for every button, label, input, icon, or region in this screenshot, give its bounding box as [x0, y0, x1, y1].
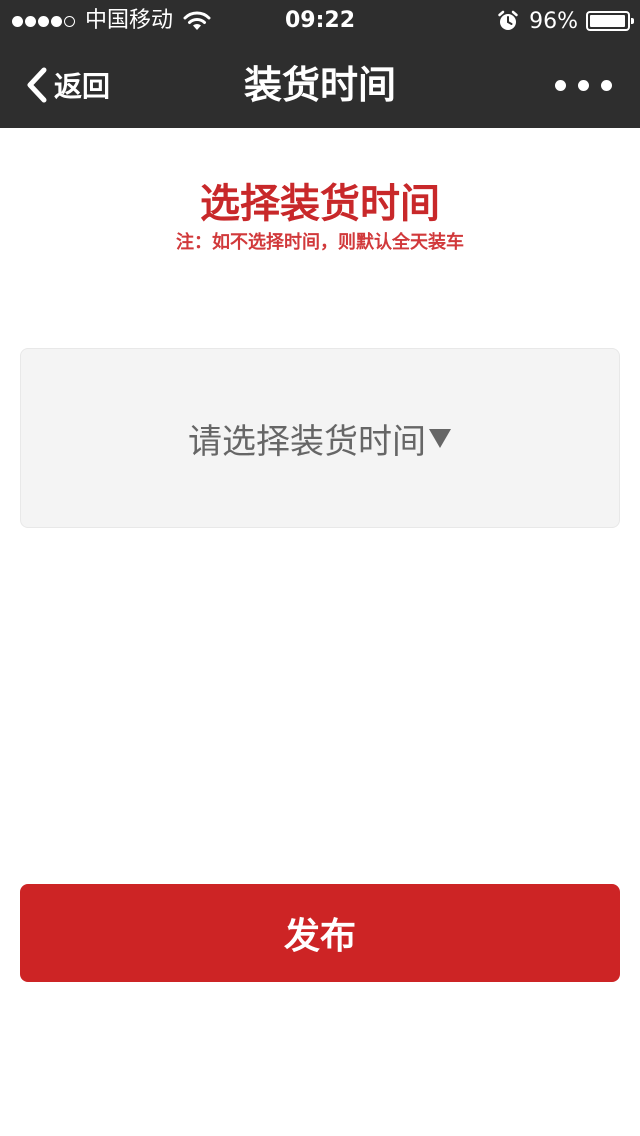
default-time-note: 注：如不选择时间，则默认全天装车 — [176, 232, 464, 253]
more-dot — [555, 79, 566, 91]
back-button[interactable]: 返回 — [24, 42, 110, 128]
app-screen: 中国移动 09:22 96% 返回 装货时间 选择装货时间 注：如不选择时间，则… — [0, 0, 640, 1136]
more-options-button[interactable] — [555, 42, 612, 128]
chevron-left-icon — [27, 67, 47, 103]
back-label: 返回 — [54, 70, 111, 103]
battery-percentage: 96% — [529, 8, 578, 34]
alarm-clock-icon — [498, 10, 518, 30]
loading-time-select[interactable]: 请选择装货时间 — [20, 348, 620, 528]
triangle-down-icon — [429, 429, 451, 448]
publish-button-label: 发布 — [283, 916, 356, 957]
status-bar: 中国移动 09:22 96% — [0, 0, 640, 42]
battery-level-fill — [590, 15, 625, 27]
page-title: 装货时间 — [243, 63, 396, 107]
battery-icon — [586, 11, 634, 31]
publish-button[interactable]: 发布 — [20, 884, 620, 982]
more-dot — [578, 79, 589, 91]
navigation-bar: 返回 装货时间 — [0, 42, 640, 128]
section-heading: 选择装货时间 — [200, 181, 440, 227]
time-select-placeholder: 请选择装货时间 — [188, 421, 426, 462]
battery-tip — [631, 18, 634, 24]
status-right: 96% — [497, 0, 634, 42]
more-dot — [601, 79, 612, 91]
